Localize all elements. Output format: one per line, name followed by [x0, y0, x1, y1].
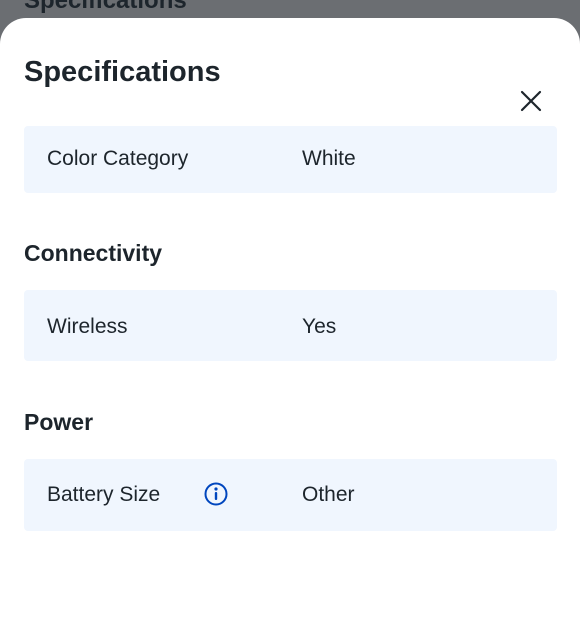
spec-row-battery-size: Battery Size Other: [24, 459, 557, 531]
spec-row-color-category: Color Category White: [24, 126, 557, 193]
backdrop-page-title: Specifications: [24, 0, 187, 14]
close-icon: [520, 90, 542, 112]
spec-value: Other: [302, 483, 355, 506]
section-heading-power: Power: [24, 409, 94, 435]
section-heading-connectivity: Connectivity: [24, 240, 163, 266]
spec-value: Yes: [302, 315, 337, 338]
info-icon[interactable]: [204, 482, 228, 506]
spec-value: White: [302, 147, 356, 170]
spec-label: Battery Size: [47, 483, 161, 506]
close-button[interactable]: [516, 86, 546, 116]
sheet-title: Specifications: [24, 56, 221, 88]
spec-label: Color Category: [47, 147, 189, 170]
spec-label: Wireless: [47, 315, 128, 338]
spec-row-wireless: Wireless Yes: [24, 290, 557, 361]
